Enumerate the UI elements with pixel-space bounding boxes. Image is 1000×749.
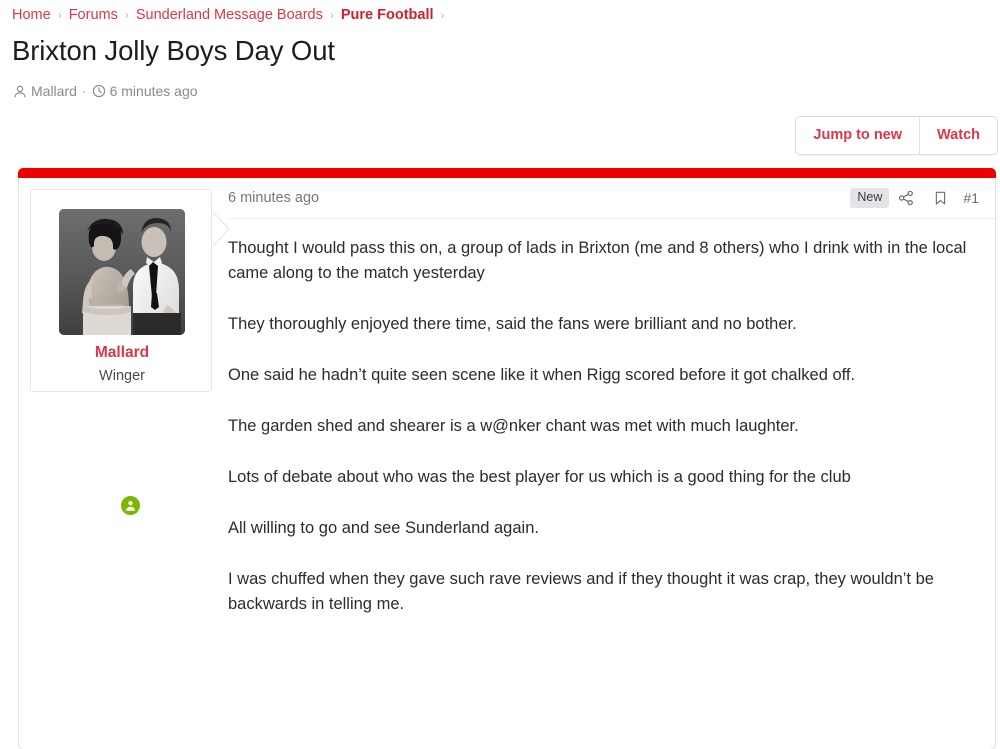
post-header: 6 minutes ago New #1 bbox=[228, 178, 995, 219]
jump-to-new-button[interactable]: Jump to new bbox=[796, 117, 920, 154]
clock-icon bbox=[92, 84, 106, 98]
avatar[interactable] bbox=[59, 209, 185, 335]
post-paragraph: Thought I would pass this on, a group of… bbox=[228, 239, 967, 282]
post-author-name[interactable]: Mallard bbox=[31, 344, 213, 362]
breadcrumb: Home › Forums › Sunderland Message Board… bbox=[12, 5, 452, 25]
thread-toolbar: Jump to new Watch bbox=[795, 116, 998, 155]
breadcrumb-separator: › bbox=[329, 8, 334, 22]
share-icon[interactable] bbox=[889, 185, 923, 211]
byline-author[interactable]: Mallard bbox=[31, 81, 77, 101]
post-content-column: 6 minutes ago New #1 Thought I would pas… bbox=[228, 178, 995, 749]
breadcrumb-item-home[interactable]: Home bbox=[12, 5, 51, 25]
post-author-card: Mallard Winger bbox=[30, 189, 230, 392]
post-header-actions: New #1 bbox=[850, 185, 979, 211]
user-photo-avatar bbox=[59, 209, 185, 335]
post-paragraph: Lots of debate about who was the best pl… bbox=[228, 468, 851, 486]
breadcrumb-item-pure-football[interactable]: Pure Football bbox=[341, 5, 434, 25]
forum-thread-page: Home › Forums › Sunderland Message Board… bbox=[0, 0, 1000, 749]
post-paragraph: One said he hadn’t quite seen scene like… bbox=[228, 366, 856, 384]
watch-button[interactable]: Watch bbox=[919, 117, 997, 154]
bookmark-icon[interactable] bbox=[923, 185, 957, 211]
thread-accent-bar bbox=[18, 168, 996, 178]
post-message-body: Thought I would pass this on, a group of… bbox=[228, 219, 995, 617]
breadcrumb-separator: › bbox=[57, 8, 62, 22]
post-author-title: Winger bbox=[99, 368, 145, 384]
post-paragraph: All willing to go and see Sunderland aga… bbox=[228, 519, 539, 537]
breadcrumb-item-sunderland-message-boards[interactable]: Sunderland Message Boards bbox=[136, 5, 323, 25]
status-badge-new: New bbox=[850, 188, 890, 208]
page-title: Brixton Jolly Boys Day Out bbox=[12, 35, 335, 66]
byline-separator: · bbox=[81, 83, 87, 99]
breadcrumb-item-forums[interactable]: Forums bbox=[69, 5, 118, 25]
thread-container: Mallard Winger 6 minutes ago New #1 Thou… bbox=[18, 168, 996, 749]
breadcrumb-separator: › bbox=[440, 8, 445, 22]
online-user-icon bbox=[119, 494, 142, 517]
post-number[interactable]: #1 bbox=[963, 190, 979, 206]
post-paragraph: They thoroughly enjoyed there time, said… bbox=[228, 315, 797, 333]
post-paragraph: I was chuffed when they gave such rave r… bbox=[228, 570, 934, 613]
post-timestamp[interactable]: 6 minutes ago bbox=[228, 190, 319, 206]
person-icon bbox=[13, 84, 27, 99]
thread-byline: Mallard · 6 minutes ago bbox=[13, 81, 198, 101]
post-1: Mallard Winger 6 minutes ago New #1 Thou… bbox=[18, 178, 996, 749]
post-paragraph: The garden shed and shearer is a w@nker … bbox=[228, 417, 799, 435]
byline-time: 6 minutes ago bbox=[109, 83, 198, 99]
breadcrumb-separator: › bbox=[124, 8, 129, 22]
